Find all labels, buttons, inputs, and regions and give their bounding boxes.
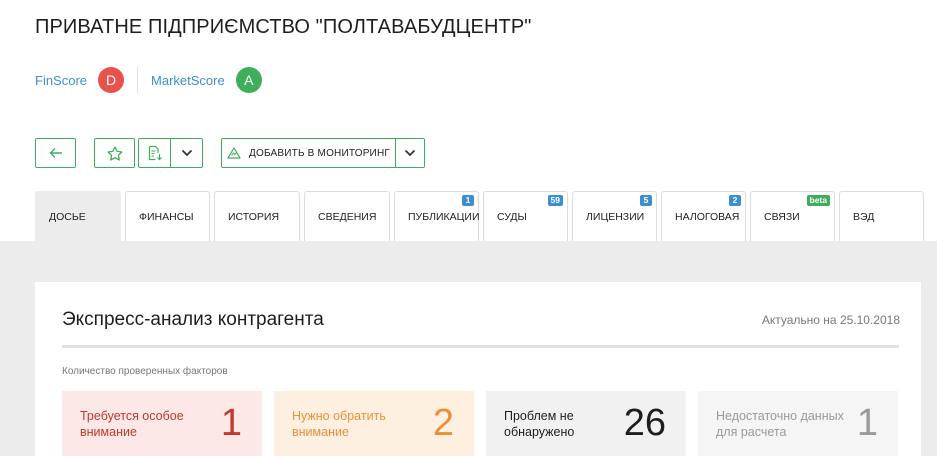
tab-connections[interactable]: СВЯЗИ beta: [750, 191, 835, 241]
tab-badge: 1: [462, 195, 474, 206]
tab-licenses[interactable]: ЛИЦЕНЗИИ 5: [572, 191, 657, 241]
tab-badge: 2: [729, 195, 741, 206]
tab-label: НАЛОГОВАЯ: [675, 210, 740, 223]
add-monitoring-button[interactable]: ДОБАВИТЬ В МОНИТОРИНГ: [221, 138, 396, 168]
company-title: ПРИВАТНЕ ПІДПРИЄМСТВО "ПОЛТАВАБУДЦЕНТР": [35, 16, 532, 38]
stat-insufficient-data[interactable]: Недостаточно данных для расчета 1: [698, 391, 898, 456]
tab-label: СВЯЗИ: [764, 210, 800, 223]
tab-label: ПУБЛИКАЦИИ: [408, 210, 480, 223]
stat-value: 1: [220, 402, 242, 444]
tab-dossier[interactable]: ДОСЬЕ: [35, 191, 121, 241]
tab-bar: ДОСЬЕ ФИНАНСЫ ИСТОРИЯ СВЕДЕНИЯ ПУБЛИКАЦИ…: [35, 191, 924, 241]
stat-label: Недостаточно данных для расчета: [716, 408, 844, 439]
tab-details[interactable]: СВЕДЕНИЯ: [304, 191, 390, 241]
tab-publications[interactable]: ПУБЛИКАЦИИ 1: [394, 191, 480, 241]
document-download-icon: [148, 145, 162, 161]
divider: [62, 345, 899, 348]
score-divider: [137, 67, 139, 93]
tab-courts[interactable]: СУДЫ 59: [483, 191, 568, 241]
favorite-button[interactable]: [94, 138, 135, 168]
stat-value: 26: [623, 402, 666, 444]
marketscore-badge[interactable]: A: [235, 67, 262, 93]
finscore-badge[interactable]: D: [98, 67, 125, 93]
tab-history[interactable]: ИСТОРИЯ: [214, 191, 300, 241]
factors-subtitle: Количество проверенных факторов: [62, 366, 228, 377]
tab-label: ИСТОРИЯ: [228, 210, 280, 223]
stat-value: 1: [856, 402, 878, 444]
star-icon: [106, 145, 123, 161]
tab-badge: 59: [547, 195, 563, 206]
monitoring-dropdown-button[interactable]: [395, 138, 425, 168]
export-button[interactable]: [138, 138, 171, 168]
tab-label: ВЭД: [853, 210, 875, 223]
actual-date: Актуально на 25.10.2018: [761, 313, 900, 327]
express-analysis-card: Экспресс-анализ контрагента Актуально на…: [35, 282, 921, 456]
marketscore-link[interactable]: MarketScore: [151, 73, 225, 88]
tab-label: ДОСЬЕ: [49, 210, 86, 223]
stat-label: Нужно обратить внимание: [292, 408, 386, 439]
tab-finance[interactable]: ФИНАНСЫ: [125, 191, 210, 241]
tab-label: ФИНАНСЫ: [139, 210, 194, 223]
back-button[interactable]: [35, 138, 76, 168]
chevron-down-icon: [181, 149, 192, 157]
add-monitoring-label: ДОБАВИТЬ В МОНИТОРИНГ: [249, 147, 390, 159]
tab-label: СУДЫ: [497, 210, 527, 223]
monitoring-icon: [227, 147, 241, 159]
export-dropdown-button[interactable]: [170, 138, 203, 168]
stat-value: 2: [432, 402, 454, 444]
chevron-down-icon: [404, 149, 416, 157]
tab-badge: 5: [640, 195, 652, 206]
tab-foreign-trade[interactable]: ВЭД: [839, 191, 924, 241]
score-bar: FinScore D MarketScore A: [35, 66, 262, 94]
card-title: Экспресс-анализ контрагента: [62, 309, 324, 330]
tab-tax[interactable]: НАЛОГОВАЯ 2: [661, 191, 746, 241]
tab-label: СВЕДЕНИЯ: [318, 210, 377, 223]
stat-no-problems[interactable]: Проблем не обнаружено 26: [486, 391, 686, 456]
tab-label: ЛИЦЕНЗИИ: [586, 210, 645, 223]
tab-badge-beta: beta: [806, 195, 830, 206]
stat-label: Требуется особое внимание: [80, 408, 184, 439]
stat-special-attention[interactable]: Требуется особое внимание 1: [62, 391, 262, 456]
finscore-link[interactable]: FinScore: [35, 73, 87, 88]
stat-needs-attention[interactable]: Нужно обратить внимание 2: [274, 391, 474, 456]
arrow-left-icon: [49, 148, 62, 158]
stat-label: Проблем не обнаружено: [504, 408, 575, 439]
